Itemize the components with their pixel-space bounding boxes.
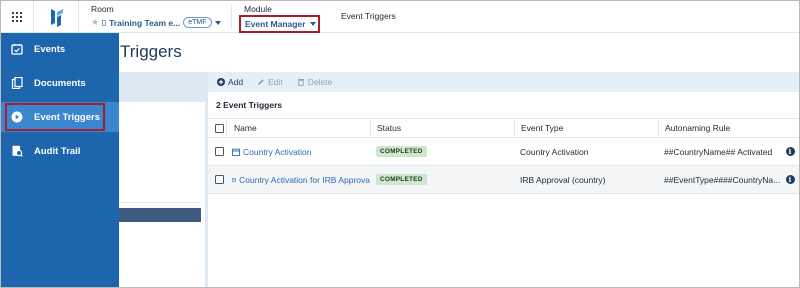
calendar-icon (232, 148, 240, 156)
info-icon[interactable]: i (785, 147, 795, 156)
tree-selected-item[interactable] (119, 208, 201, 222)
edit-button[interactable]: Edit (257, 77, 283, 87)
select-all-checkbox[interactable] (214, 123, 224, 133)
delete-label: Delete (307, 77, 333, 87)
trigger-name-link[interactable]: Country Activation for IRB Approva (239, 175, 370, 185)
star-icon[interactable]: ★ (91, 17, 99, 28)
status-badge: COMPLETED (376, 146, 427, 157)
record-count: 2 Event Triggers (216, 100, 283, 110)
edit-label: Edit (268, 77, 283, 87)
documents-icon (11, 77, 23, 89)
top-bar: Room ★ Training Team e... eTMF Module Ev… (1, 1, 799, 33)
module-dropdown[interactable]: Event Manager (239, 15, 320, 33)
sidebar-item-audit-trail[interactable]: Audit Trail (1, 136, 119, 166)
tree-panel-header (119, 72, 205, 102)
plus-icon (217, 78, 225, 86)
sidebar-item-documents[interactable]: Documents (1, 68, 119, 98)
breadcrumb: Event Triggers (341, 11, 396, 21)
audit-trail-icon (11, 145, 23, 157)
status-cell: COMPLETED (376, 138, 514, 165)
info-cell: i (784, 166, 796, 193)
module-selector: Module Event Manager (239, 4, 320, 33)
calendar-icon (232, 177, 237, 182)
info-icon[interactable]: i (785, 175, 795, 184)
autonaming-rule-cell: ##EventType####CountryNa... (664, 174, 780, 185)
sidebar-item-label: Audit Trail (34, 145, 81, 157)
app-launcher-button[interactable] (1, 1, 34, 33)
brand-logo-icon (50, 9, 63, 27)
room-tag-badge: eTMF (183, 17, 212, 28)
row-checkbox[interactable] (214, 175, 224, 184)
table-row[interactable]: Country Activation COMPLETED Country Act… (208, 138, 799, 166)
module-name[interactable]: Event Manager (245, 19, 305, 29)
table-row[interactable]: Country Activation for IRB Approva COMPL… (208, 166, 799, 194)
room-name[interactable]: Training Team e... (109, 18, 180, 28)
calendar-check-icon (11, 43, 23, 55)
status-badge: COMPLETED (376, 174, 427, 185)
page-title: Triggers (120, 42, 182, 61)
grid-icon (11, 11, 23, 23)
module-caption: Module (244, 4, 272, 14)
sidebar-item-events[interactable]: Events (1, 34, 119, 64)
chevron-down-icon[interactable] (214, 20, 221, 25)
folder-tree-panel (119, 72, 205, 287)
document-icon (102, 19, 107, 26)
column-header-status[interactable]: Status (370, 119, 514, 137)
pencil-icon (258, 79, 264, 85)
sidebar-item-label: Events (34, 43, 66, 55)
highlight-annotation (5, 103, 105, 131)
trigger-name-link[interactable]: Country Activation (243, 147, 312, 157)
sidebar-item-label: Documents (34, 77, 86, 89)
add-button[interactable]: Add (217, 77, 243, 87)
grid-toolbar: Add Edit Delete (208, 72, 799, 92)
event-type-cell: IRB Approval (country) (520, 174, 606, 185)
row-checkbox-cell (210, 138, 228, 165)
app-logo[interactable] (35, 1, 79, 33)
add-label: Add (228, 77, 244, 87)
table-header-row: Name Status Event Type Autonaming Rule (208, 118, 799, 138)
divider (231, 5, 232, 29)
chevron-down-icon[interactable] (310, 22, 317, 26)
trash-icon (297, 79, 304, 86)
row-checkbox-cell (210, 166, 228, 193)
divider (119, 202, 201, 203)
info-cell: i (784, 138, 796, 165)
name-cell: Country Activation for IRB Approva (232, 166, 370, 193)
room-selector: Room ★ Training Team e... eTMF (91, 4, 221, 28)
column-header-autonaming-rule[interactable]: Autonaming Rule (658, 119, 799, 137)
sidebar: Events Documents Event Triggers Audit Tr… (1, 33, 119, 287)
name-cell: Country Activation (232, 138, 370, 165)
autonaming-rule-cell: ##CountryName## Activated (664, 146, 773, 157)
room-dropdown[interactable]: ★ Training Team e... eTMF (91, 17, 221, 28)
delete-button[interactable]: Delete (297, 77, 333, 87)
status-cell: COMPLETED (376, 166, 514, 193)
column-header-name[interactable]: Name (226, 119, 372, 137)
room-caption: Room (91, 4, 114, 14)
column-header-event-type[interactable]: Event Type (514, 119, 658, 137)
row-checkbox[interactable] (214, 147, 224, 156)
event-type-cell: Country Activation (520, 146, 589, 157)
event-triggers-table: Name Status Event Type Autonaming Rule C… (208, 118, 799, 194)
